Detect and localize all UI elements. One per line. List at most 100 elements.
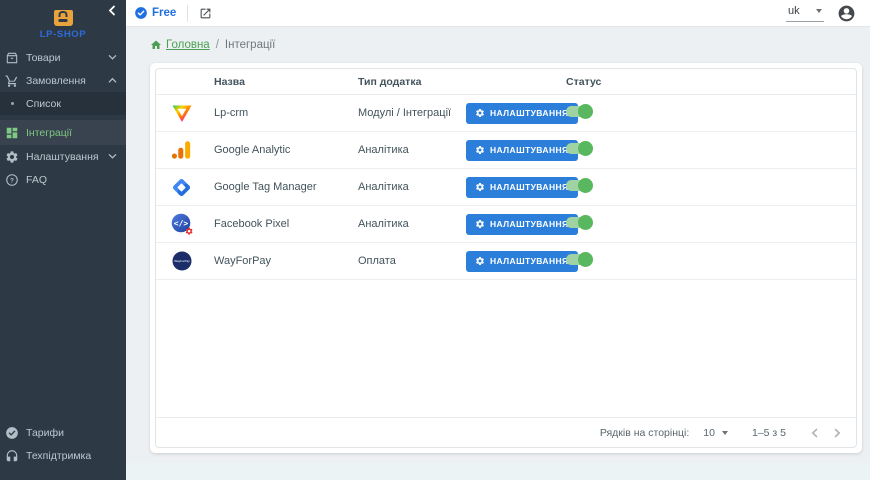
settings-button[interactable]: НАЛАШТУВАННЯ [466,103,578,124]
status-toggle[interactable] [566,180,591,191]
breadcrumb-home-link[interactable]: Головна [150,39,210,51]
settings-button[interactable]: НАЛАШТУВАННЯ [466,177,578,198]
breadcrumb: Головна / Інтеграції [150,36,862,54]
gear-icon [475,145,485,155]
account-button[interactable] [837,4,856,23]
integration-type: Аналітика [358,144,466,156]
table-row: Lp-crm Модулі / Інтеграції НАЛАШТУВАННЯ [156,95,856,132]
language-select[interactable]: uk [786,4,824,22]
integration-name: Google Analytic [214,144,358,156]
table-row: </> Facebook Pixel Аналітика НАЛАШТУВАНН… [156,206,856,243]
gear-icon [475,256,485,266]
table-row: WayForPay WayForPay Оплата НАЛАШТУВАННЯ [156,243,856,280]
gear-icon [475,219,485,229]
verified-badge-icon [134,6,148,20]
sidebar-item-label: FAQ [26,174,47,186]
sidebar-item-support[interactable]: Техпідтримка [0,444,126,467]
topbar: Free uk [126,0,870,27]
chevron-down-icon [108,152,117,161]
svg-text:</>: </> [174,219,189,228]
sidebar-item-list[interactable]: Список [0,92,126,115]
integration-type: Модулі / Інтеграції [358,107,466,119]
account-circle-icon [837,4,856,23]
status-toggle[interactable] [566,143,591,154]
settings-button-label: НАЛАШТУВАННЯ [490,219,569,229]
table-row: Google Analytic Аналітика НАЛАШТУВАННЯ [156,132,856,169]
settings-button-label: НАЛАШТУВАННЯ [490,256,569,266]
settings-button[interactable]: НАЛАШТУВАННЯ [466,140,578,161]
rows-per-page-value: 10 [703,427,715,439]
gear-icon [475,182,485,192]
previous-page-button[interactable] [804,422,826,444]
app-window: LP-SHOP Товари Замовлення [0,0,870,480]
sidebar-item-orders[interactable]: Замовлення [0,69,126,92]
integrations-card: Назва Тип додатка Статус Lp-crm Модулі /… [150,63,862,453]
help-icon: ? [4,172,20,188]
sidebar-item-label: Техпідтримка [26,450,91,462]
sidebar-item-faq[interactable]: ? FAQ [0,168,126,191]
status-toggle[interactable] [566,254,591,265]
settings-button[interactable]: НАЛАШТУВАННЯ [466,214,578,235]
breadcrumb-separator: / [216,39,219,51]
settings-button-label: НАЛАШТУВАННЯ [490,145,569,155]
launch-icon [199,7,212,20]
chevron-left-icon [810,428,820,438]
shopping-bag-icon [54,10,73,26]
sidebar-item-tariffs[interactable]: Тарифи [0,421,126,444]
table-header-row: Назва Тип додатка Статус [156,69,856,95]
bullet-icon [4,96,20,112]
integration-type: Аналітика [358,218,466,230]
chevron-left-icon [107,5,118,16]
status-toggle[interactable] [566,106,591,117]
sidebar-item-label: Інтеграції [26,127,72,139]
breadcrumb-home-label: Головна [166,39,210,51]
status-toggle[interactable] [566,217,591,228]
sidebar-item-label: Товари [26,52,60,64]
verified-icon [4,425,20,441]
main-area: Free uk Головна [126,0,870,480]
sidebar-item-settings[interactable]: Налаштування [0,145,126,168]
integration-type: Оплата [358,255,466,267]
sidebar-item-label: Замовлення [26,75,86,87]
chevron-down-icon [108,53,117,62]
svg-text:?: ? [10,177,14,184]
pagination-range: 1–5 з 5 [752,427,786,439]
integration-type: Аналітика [358,181,466,193]
settings-button-label: НАЛАШТУВАННЯ [490,182,569,192]
logo[interactable]: LP-SHOP [0,0,126,46]
column-header-status: Статус [566,76,856,88]
plan-badge-label: Free [152,7,176,19]
cart-icon [4,73,20,89]
integration-name: Lp-crm [214,107,358,119]
gear-icon [475,108,485,118]
lpcrm-logo [156,101,214,125]
integration-name: Facebook Pixel [214,218,358,230]
chevron-up-icon [108,76,117,85]
next-page-button[interactable] [826,422,848,444]
home-icon [150,39,162,51]
sidebar-nav: Товари Замовлення Список [0,46,126,191]
topbar-right: uk [786,4,856,23]
sidebar-item-integrations[interactable]: Інтеграції [0,120,126,145]
column-header-name: Назва [214,76,358,88]
table-empty-space [156,280,856,417]
headset-icon [4,448,20,464]
settings-button[interactable]: НАЛАШТУВАННЯ [466,251,578,272]
plan-badge[interactable]: Free [134,6,176,20]
footer-strip [126,463,870,480]
google-analytics-logo [156,139,214,161]
sidebar: LP-SHOP Товари Замовлення [0,0,126,480]
rows-per-page-select[interactable]: 10 [703,427,728,439]
rows-per-page-label: Рядків на сторінці: [600,427,689,439]
language-value: uk [788,5,800,17]
sidebar-collapse-button[interactable] [105,3,119,17]
svg-text:WayForPay: WayForPay [174,259,190,263]
sidebar-item-products[interactable]: Товари [0,46,126,69]
caret-down-icon [816,9,822,13]
content: Головна / Інтеграції Назва Тип додатка С… [126,27,870,463]
open-site-button[interactable] [199,7,212,20]
integration-name: Google Tag Manager [214,181,358,193]
caret-down-icon [722,431,728,435]
google-tag-manager-logo [156,176,214,199]
sidebar-bottom-nav: Тарифи Техпідтримка [0,421,126,480]
